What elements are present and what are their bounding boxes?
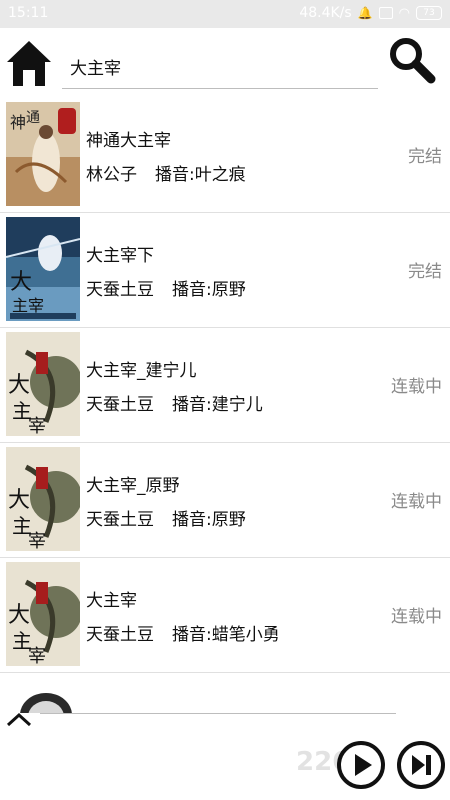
book-cover: 大 主宰	[6, 217, 80, 321]
next-button[interactable]	[396, 740, 446, 790]
svg-text:通: 通	[26, 110, 40, 126]
book-narrator: 播音:原野	[172, 510, 246, 530]
book-meta: 天蚕土豆 播音:蜡笔小勇	[86, 620, 280, 645]
skip-next-icon	[397, 741, 445, 789]
svg-text:大: 大	[8, 373, 30, 398]
book-status: 连载中	[391, 492, 442, 512]
book-narrator: 播音:叶之痕	[155, 165, 246, 185]
book-author: 天蚕土豆	[86, 395, 154, 415]
book-status: 连载中	[391, 607, 442, 627]
book-title: 大主宰下	[86, 246, 154, 266]
book-author: 天蚕土豆	[86, 510, 154, 530]
svg-text:神: 神	[10, 113, 26, 132]
bell-muted-icon: 🔔	[357, 6, 373, 20]
sim-icon	[378, 7, 393, 19]
play-button[interactable]	[336, 740, 386, 790]
book-list: 神 通 神通大主宰 林公子 播音:叶之痕 完结 大 主宰 大主宰下 天蚕土豆 播音:	[0, 98, 450, 673]
wifi-icon: ◠	[398, 5, 410, 21]
play-icon	[337, 741, 385, 789]
book-meta: 天蚕土豆 播音:建宁儿	[86, 390, 263, 415]
status-bar: 15:11 48.4K/s 🔔 ◠ 73	[0, 0, 450, 28]
book-narrator: 播音:蜡笔小勇	[172, 625, 280, 645]
book-title: 大主宰_原野	[86, 476, 180, 496]
network-speed: 48.4K/s	[299, 5, 352, 21]
svg-text:主宰: 主宰	[12, 296, 44, 315]
svg-text:宰: 宰	[28, 416, 46, 436]
home-button[interactable]	[6, 38, 52, 88]
svg-text:宰: 宰	[28, 646, 46, 666]
book-cover: 大 主 宰	[6, 562, 80, 666]
mini-player: 2265	[0, 705, 450, 800]
book-status: 完结	[408, 147, 442, 167]
svg-text:大: 大	[8, 488, 30, 513]
book-author: 天蚕土豆	[86, 280, 154, 300]
book-narrator: 播音:建宁儿	[172, 395, 263, 415]
book-author: 天蚕土豆	[86, 625, 154, 645]
home-icon	[7, 41, 51, 86]
svg-text:宰: 宰	[28, 531, 46, 551]
battery-icon: 73	[416, 6, 442, 20]
player-progress-line	[40, 713, 396, 714]
book-status: 连载中	[391, 377, 442, 397]
list-item[interactable]: 大 主 宰 大主宰_原野 天蚕土豆 播音:原野 连载中	[0, 443, 450, 558]
list-item[interactable]: 神 通 神通大主宰 林公子 播音:叶之痕 完结	[0, 98, 450, 213]
svg-text:大: 大	[8, 603, 30, 628]
top-bar	[0, 28, 450, 98]
book-meta: 林公子 播音:叶之痕	[86, 160, 246, 185]
svg-text:大: 大	[10, 270, 32, 295]
search-input[interactable]	[62, 48, 378, 84]
list-item[interactable]: 大 主 宰 大主宰_建宁儿 天蚕土豆 播音:建宁儿 连载中	[0, 328, 450, 443]
status-time: 15:11	[8, 5, 49, 21]
book-title: 大主宰_建宁儿	[86, 361, 197, 381]
book-cover: 神 通	[6, 102, 80, 206]
book-narrator: 播音:原野	[172, 280, 246, 300]
book-meta: 天蚕土豆 播音:原野	[86, 275, 246, 300]
book-cover: 大 主 宰	[6, 332, 80, 436]
chevron-up-icon[interactable]	[4, 709, 34, 729]
list-item[interactable]: 大 主 宰 大主宰 天蚕土豆 播音:蜡笔小勇 连载中	[0, 558, 450, 673]
book-status: 完结	[408, 262, 442, 282]
book-title: 神通大主宰	[86, 131, 171, 151]
search-button[interactable]	[386, 36, 438, 88]
search-icon	[390, 38, 436, 84]
list-item[interactable]: 大 主宰 大主宰下 天蚕土豆 播音:原野 完结	[0, 213, 450, 328]
search-box[interactable]	[62, 48, 378, 89]
status-icons: 48.4K/s 🔔 ◠ 73	[299, 5, 442, 21]
book-meta: 天蚕土豆 播音:原野	[86, 505, 246, 530]
book-title: 大主宰	[86, 591, 137, 611]
book-author: 林公子	[86, 165, 137, 185]
book-cover: 大 主 宰	[6, 447, 80, 551]
